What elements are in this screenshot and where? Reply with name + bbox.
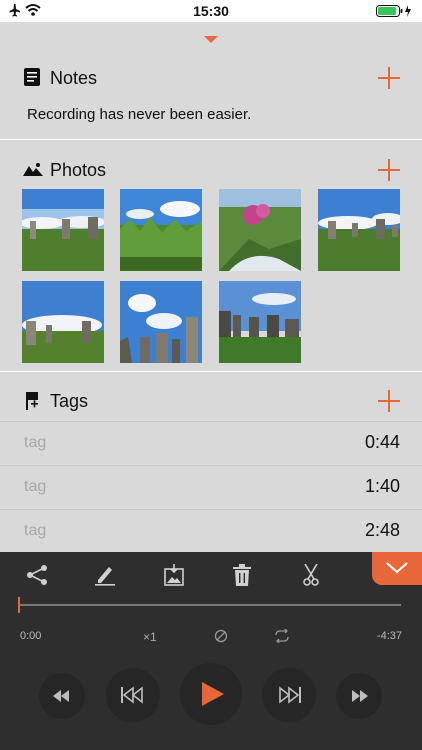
photo-thumbnail[interactable] [219,281,301,363]
photo-thumbnail[interactable] [120,281,202,363]
current-time: 0:00 [20,630,42,642]
share-icon[interactable] [26,564,48,591]
scrubber-track[interactable] [18,604,401,606]
battery-icon [376,4,414,23]
trash-icon[interactable] [233,564,251,591]
photos-title: Photos [50,160,107,180]
add-tag-button[interactable] [378,390,400,417]
tag-label[interactable]: tag [24,478,46,496]
speed-button[interactable]: ×1 [143,630,157,644]
tag-time: 2:48 [364,520,400,540]
tag-time: 1:40 [364,476,400,496]
tags-title: Tags [50,391,89,411]
photo-thumbnail[interactable] [22,189,104,271]
tag-label[interactable]: tag [24,522,46,540]
loop-icon[interactable] [274,628,290,648]
photo-thumbnail[interactable] [318,189,400,271]
divider [0,371,422,372]
player-panel: 0:00 ×1 -4:37 [0,552,422,750]
photo-thumbnail[interactable] [219,189,301,271]
play-button[interactable] [180,663,242,725]
skip-to-end-button[interactable] [336,673,382,719]
photos-icon [23,162,43,181]
photo-thumbnail[interactable] [22,281,104,363]
clock: 15:30 [193,3,229,19]
tag-row[interactable]: tag 1:40 [0,465,422,509]
photo-thumbnail[interactable] [120,189,202,271]
chevron-down-icon [386,562,408,574]
fast-forward-icon [352,690,368,702]
tag-row[interactable]: tag 2:48 [0,509,422,553]
rewind-button[interactable] [106,668,160,722]
tag-flag-icon [24,392,40,415]
play-icon [202,682,224,706]
image-export-icon[interactable] [164,564,184,591]
notes-text[interactable]: Recording has never been easier. [27,106,251,123]
skip-to-start-button[interactable] [39,673,85,719]
notes-title: Notes [50,68,98,88]
silence-skip-icon[interactable] [214,629,228,648]
rewind-icon [121,686,143,704]
notes-icon [24,68,40,91]
forward-icon [279,686,301,704]
pencil-icon[interactable] [95,564,115,591]
fast-rewind-icon [53,690,69,702]
collapse-chevron-icon[interactable] [203,32,219,50]
divider [0,139,422,140]
scissors-icon[interactable] [302,563,320,591]
collapse-player-button[interactable] [372,552,422,585]
scrubber-handle[interactable] [18,597,20,613]
status-bar: 15:30 [0,0,422,22]
remaining-time: -4:37 [376,630,402,642]
forward-button[interactable] [262,668,316,722]
tag-row[interactable]: tag 0:44 [0,421,422,465]
add-note-button[interactable] [378,67,400,94]
add-photo-button[interactable] [378,159,400,186]
tag-label[interactable]: tag [24,434,46,452]
tag-time: 0:44 [364,432,400,452]
